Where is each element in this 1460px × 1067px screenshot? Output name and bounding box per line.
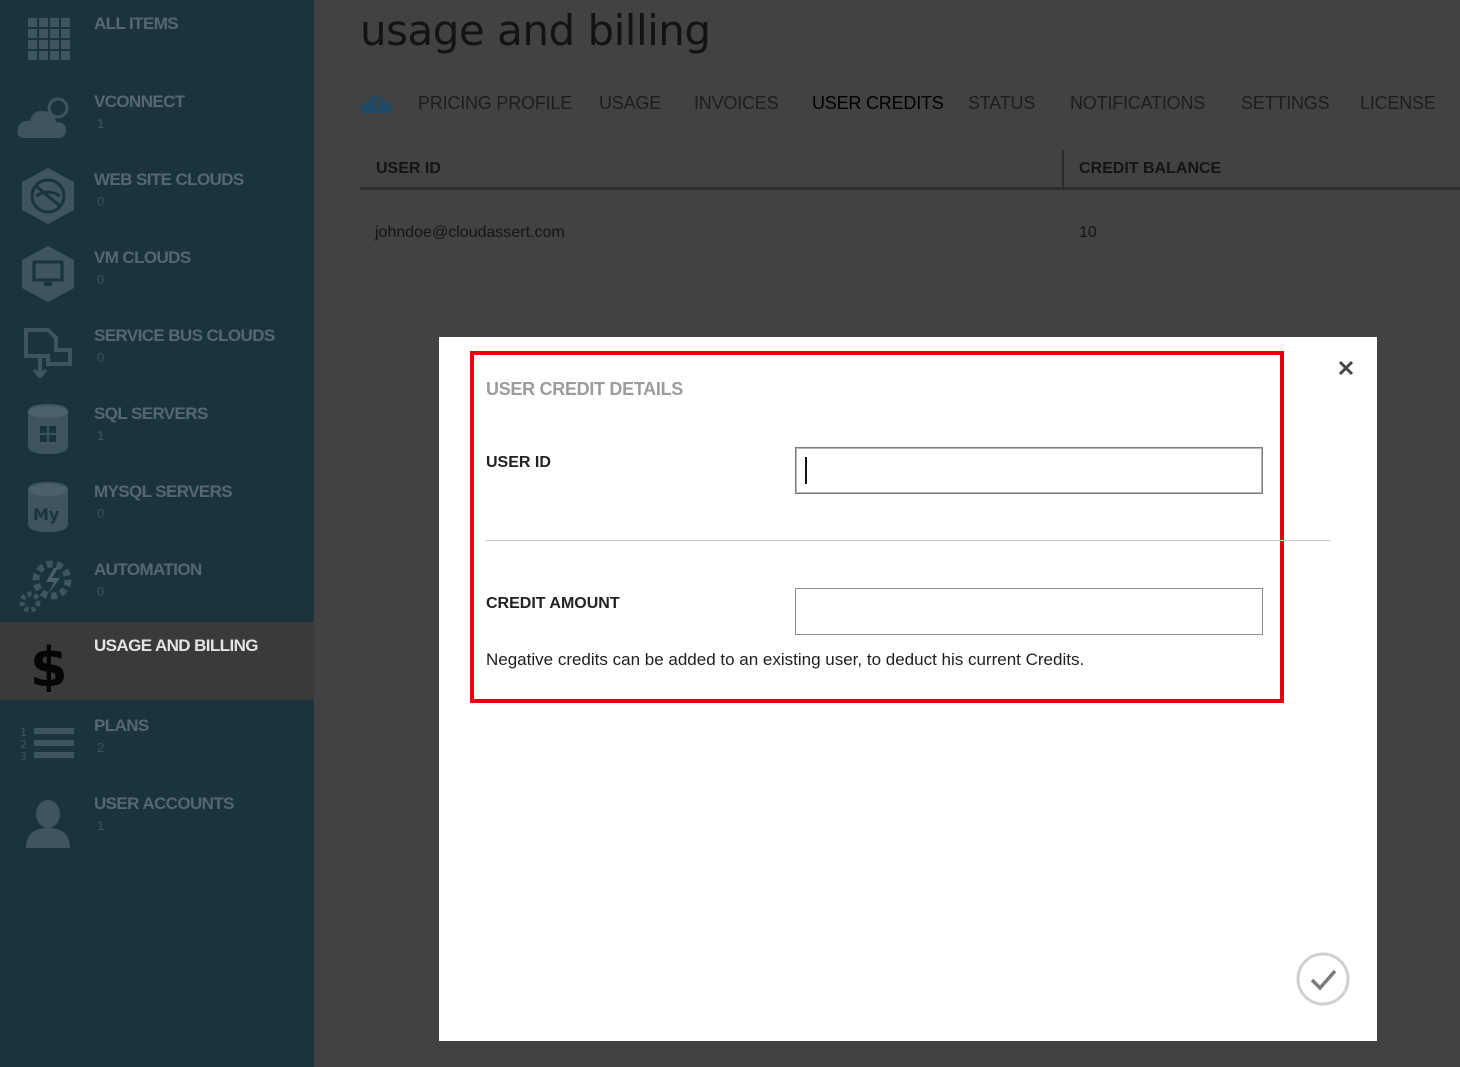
- user-id-input[interactable]: [795, 447, 1263, 494]
- sidebar-item-plans[interactable]: 1 2 3 PLANS 2: [0, 702, 314, 780]
- database-windows-icon: [28, 404, 68, 454]
- divider: [486, 540, 1330, 541]
- cell-user-id: johndoe@cloudassert.com: [375, 224, 565, 241]
- user-credit-dialog: USER CREDIT DETAILS USER ID CREDIT AMOUN…: [439, 337, 1377, 1041]
- sidebar-item-label: SERVICE BUS CLOUDS: [94, 326, 275, 345]
- tab-license[interactable]: LICENSE: [1360, 93, 1436, 114]
- sidebar-item-count: 1: [97, 116, 105, 131]
- sidebar: ALL ITEMS VCONNECT 1 WEB SITE CLOUDS 0 V…: [0, 0, 314, 1067]
- sidebar-item-web-site-clouds[interactable]: WEB SITE CLOUDS 0: [0, 156, 314, 234]
- sidebar-item-automation[interactable]: AUTOMATION 0: [0, 546, 314, 624]
- gear-lightning-icon: [19, 560, 72, 613]
- sidebar-item-label: MYSQL SERVERS: [94, 482, 233, 501]
- sidebar-item-count: 0: [97, 584, 105, 599]
- globe-hex-icon: [22, 168, 74, 224]
- text-caret: [805, 457, 807, 484]
- grid-icon: [28, 18, 70, 60]
- tab-user-credits[interactable]: USER CREDITS: [812, 93, 944, 114]
- database-mysql-icon: My: [28, 482, 68, 532]
- service-bus-icon: [24, 328, 72, 379]
- svg-text:$: $: [30, 636, 68, 692]
- tab-usage[interactable]: USAGE: [599, 93, 661, 114]
- credit-hint-text: Negative credits can be added to an exis…: [486, 650, 1085, 669]
- tab-settings[interactable]: SETTINGS: [1241, 93, 1330, 114]
- svg-text:3: 3: [20, 750, 27, 763]
- cell-credit-balance: 10: [1079, 224, 1097, 241]
- sidebar-item-label: SQL SERVERS: [94, 404, 208, 423]
- sidebar-item-mysql-servers[interactable]: My MYSQL SERVERS 0: [0, 468, 314, 546]
- sidebar-item-count: 0: [97, 350, 105, 365]
- sidebar-item-vm-clouds[interactable]: VM CLOUDS 0: [0, 234, 314, 312]
- dollar-icon: $: [30, 636, 68, 692]
- sidebar-item-count: 0: [97, 272, 105, 287]
- sidebar-item-usage-and-billing[interactable]: $ USAGE AND BILLING: [0, 622, 314, 700]
- sidebar-item-label: WEB SITE CLOUDS: [94, 170, 244, 189]
- confirm-checkmark-button[interactable]: [1296, 952, 1350, 1006]
- dialog-title: USER CREDIT DETAILS: [486, 379, 683, 399]
- sidebar-item-label: USER ACCOUNTS: [94, 794, 234, 813]
- credit-amount-input[interactable]: [795, 588, 1263, 635]
- tab-bar: PRICING PROFILE USAGE INVOICES USER CRED…: [360, 90, 1460, 120]
- tab-notifications[interactable]: NOTIFICATIONS: [1070, 93, 1205, 114]
- sidebar-item-service-bus-clouds[interactable]: SERVICE BUS CLOUDS 0: [0, 312, 314, 390]
- sidebar-item-count: 0: [97, 194, 105, 209]
- page-title: usage and billing: [360, 6, 711, 55]
- cloud-lightning-icon: [360, 96, 392, 113]
- sidebar-item-label: VCONNECT: [94, 92, 185, 111]
- tab-status[interactable]: STATUS: [968, 93, 1035, 114]
- sidebar-item-count: 2: [97, 740, 105, 755]
- sidebar-item-label: VM CLOUDS: [94, 248, 191, 267]
- column-separator[interactable]: [1062, 150, 1064, 188]
- svg-text:My: My: [33, 505, 60, 524]
- sidebar-item-label: USAGE AND BILLING: [94, 636, 259, 655]
- sidebar-item-all-items[interactable]: ALL ITEMS: [0, 0, 314, 78]
- column-header-user-id[interactable]: USER ID: [376, 160, 441, 178]
- cloud-sun-icon: [17, 97, 69, 138]
- numbered-list-icon: 1 2 3: [20, 726, 74, 763]
- credit-amount-label: CREDIT AMOUNT: [486, 595, 620, 612]
- sidebar-item-sql-servers[interactable]: SQL SERVERS 1: [0, 390, 314, 468]
- sidebar-item-user-accounts[interactable]: USER ACCOUNTS 1: [0, 780, 314, 858]
- sidebar-item-vconnect[interactable]: VCONNECT 1: [0, 78, 314, 156]
- table-header: USER ID CREDIT BALANCE: [360, 148, 1460, 190]
- sidebar-item-count: 1: [97, 428, 105, 443]
- user-icon: [26, 800, 70, 848]
- tab-pricing-profile[interactable]: PRICING PROFILE: [418, 93, 572, 114]
- sidebar-item-label: ALL ITEMS: [94, 14, 179, 33]
- monitor-hex-icon: [22, 246, 74, 302]
- column-header-credit-balance[interactable]: CREDIT BALANCE: [1079, 160, 1221, 178]
- close-icon[interactable]: [1337, 359, 1355, 377]
- sidebar-item-count: 0: [97, 506, 105, 521]
- tab-invoices[interactable]: INVOICES: [694, 93, 779, 114]
- sidebar-item-label: PLANS: [94, 716, 149, 735]
- user-id-label: USER ID: [486, 454, 551, 471]
- sidebar-item-count: 1: [97, 818, 105, 833]
- sidebar-item-label: AUTOMATION: [94, 560, 202, 579]
